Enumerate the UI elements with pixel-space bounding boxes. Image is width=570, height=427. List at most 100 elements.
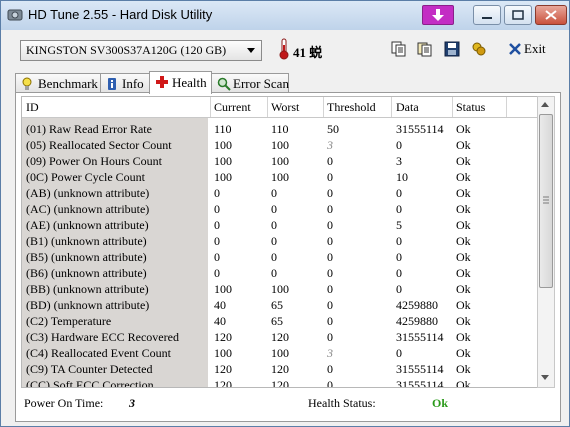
cell-threshold: 0 — [327, 218, 333, 232]
cell-threshold: 0 — [327, 314, 333, 328]
minimize-icon — [482, 17, 492, 19]
tab-error-scan[interactable]: Error Scan — [211, 73, 289, 93]
column-header-threshold[interactable]: Threshold — [327, 100, 376, 115]
smart-table[interactable]: ID Current Worst Threshold Data Status (… — [21, 96, 540, 388]
table-row[interactable]: (09) Power On Hours Count 100 100 0 3 Ok — [22, 153, 539, 169]
table-row[interactable]: (AE) (unknown attribute) 0 0 0 5 Ok — [22, 217, 539, 233]
table-row[interactable]: (C2) Temperature 40 65 0 4259880 Ok — [22, 313, 539, 329]
cell-status: Ok — [456, 378, 471, 388]
column-header-status[interactable]: Status — [456, 100, 485, 115]
app-icon — [7, 9, 23, 21]
table-body: (01) Raw Read Error Rate 110 110 50 31555114… — [22, 121, 539, 388]
column-header-data[interactable]: Data — [396, 100, 419, 115]
copy-icon[interactable] — [391, 41, 407, 57]
scroll-up-icon[interactable] — [538, 98, 552, 112]
cell-id: (01) Raw Read Error Rate — [26, 122, 152, 136]
cell-worst: 0 — [271, 186, 277, 200]
drive-name: KINGSTON SV300S37A120G (120 GB) — [26, 43, 227, 57]
tab-benchmark[interactable]: Benchmark — [15, 73, 101, 93]
cell-data: 0 — [396, 138, 402, 152]
cell-threshold: 0 — [327, 250, 333, 264]
save-icon[interactable] — [444, 41, 460, 57]
cell-current: 100 — [214, 138, 232, 152]
tab-info[interactable]: Info — [100, 73, 150, 93]
cell-current: 100 — [214, 154, 232, 168]
table-row[interactable]: (C9) TA Counter Detected 120 120 0 31555114 O… — [22, 361, 539, 377]
cell-status: Ok — [456, 346, 471, 360]
cell-current: 0 — [214, 186, 220, 200]
table-row[interactable]: (0C) Power Cycle Count 100 100 0 10 Ok — [22, 169, 539, 185]
cell-current: 40 — [214, 298, 226, 312]
app-window: HD Tune 2.55 - Hard Disk Utility KINGSTO… — [0, 0, 570, 427]
cell-id: (05) Reallocated Sector Count — [26, 138, 172, 152]
drive-select[interactable]: KINGSTON SV300S37A120G (120 GB) — [20, 40, 262, 61]
cell-id: (BB) (unknown attribute) — [26, 282, 149, 296]
table-row[interactable]: (B6) (unknown attribute) 0 0 0 0 Ok — [22, 265, 539, 281]
cell-id: (0C) Power Cycle Count — [26, 170, 145, 184]
cell-id: (C9) TA Counter Detected — [26, 362, 153, 376]
exit-label: Exit — [524, 41, 546, 56]
tab-error-scan-label: Error Scan — [233, 76, 289, 91]
power-on-time-label: Power On Time: — [24, 396, 104, 410]
cell-status: Ok — [456, 218, 471, 232]
cell-data: 0 — [396, 250, 402, 264]
minimize-button[interactable] — [473, 5, 501, 25]
cell-worst: 0 — [271, 266, 277, 280]
vertical-scrollbar[interactable] — [537, 96, 555, 388]
column-separator — [391, 97, 392, 117]
cell-data: 0 — [396, 266, 402, 280]
cell-id: (CC) Soft ECC Correction — [26, 378, 154, 388]
cell-status: Ok — [456, 282, 471, 296]
tab-benchmark-label: Benchmark — [38, 76, 98, 91]
column-header-current[interactable]: Current — [214, 100, 251, 115]
table-row[interactable]: (01) Raw Read Error Rate 110 110 50 31555114… — [22, 121, 539, 137]
maximize-button[interactable] — [504, 5, 532, 25]
options-icon[interactable] — [471, 41, 487, 57]
temperature-value: 41 蜕 — [293, 45, 323, 60]
scrollbar-thumb[interactable] — [539, 114, 553, 288]
red-cross-icon — [156, 76, 168, 88]
cell-current: 100 — [214, 282, 232, 296]
cell-id: (AC) (unknown attribute) — [26, 202, 150, 216]
table-row[interactable]: (BD) (unknown attribute) 40 65 0 4259880 Ok — [22, 297, 539, 313]
column-separator — [506, 97, 507, 117]
cell-current: 120 — [214, 362, 232, 376]
cell-threshold: 3 — [327, 138, 333, 152]
cell-worst: 100 — [271, 346, 289, 360]
table-row[interactable]: (AC) (unknown attribute) 0 0 0 0 Ok — [22, 201, 539, 217]
column-header-id[interactable]: ID — [26, 100, 39, 115]
cell-worst: 100 — [271, 170, 289, 184]
table-row[interactable]: (AB) (unknown attribute) 0 0 0 0 Ok — [22, 185, 539, 201]
table-row[interactable]: (CC) Soft ECC Correction 120 120 0 31555114 O… — [22, 377, 539, 388]
table-row[interactable]: (C4) Reallocated Event Count 100 100 3 0 Ok — [22, 345, 539, 361]
tab-info-label: Info — [122, 76, 144, 91]
cell-data: 0 — [396, 234, 402, 248]
magnifier-icon — [217, 77, 231, 91]
window-title: HD Tune 2.55 - Hard Disk Utility — [28, 7, 213, 22]
table-row[interactable]: (B1) (unknown attribute) 0 0 0 0 Ok — [22, 233, 539, 249]
health-status-value: Ok — [432, 396, 449, 410]
cell-id: (09) Power On Hours Count — [26, 154, 162, 168]
cell-threshold: 0 — [327, 170, 333, 184]
cell-threshold: 50 — [327, 122, 339, 136]
table-row[interactable]: (C3) Hardware ECC Recovered 120 120 0 315551… — [22, 329, 539, 345]
scroll-down-icon[interactable] — [538, 370, 552, 384]
cell-status: Ok — [456, 314, 471, 328]
table-row[interactable]: (B5) (unknown attribute) 0 0 0 0 Ok — [22, 249, 539, 265]
download-arrow-icon — [432, 9, 444, 21]
copy-all-icon[interactable] — [417, 41, 433, 57]
status-bar: Power On Time: 3 Health Status: Ok — [21, 389, 553, 417]
close-button[interactable] — [535, 5, 567, 25]
column-header-worst[interactable]: Worst — [271, 100, 299, 115]
tab-health[interactable]: Health — [149, 71, 212, 94]
chevron-down-icon — [247, 48, 255, 53]
cell-id: (C3) Hardware ECC Recovered — [26, 330, 179, 344]
cell-threshold: 3 — [327, 346, 333, 360]
cell-data: 0 — [396, 186, 402, 200]
power-on-time-value: 3 — [129, 396, 135, 410]
cell-worst: 0 — [271, 202, 277, 216]
cell-worst: 120 — [271, 330, 289, 344]
table-row[interactable]: (BB) (unknown attribute) 100 100 0 0 Ok — [22, 281, 539, 297]
table-row[interactable]: (05) Reallocated Sector Count 100 100 3 0 Ok — [22, 137, 539, 153]
download-button[interactable] — [422, 5, 454, 25]
